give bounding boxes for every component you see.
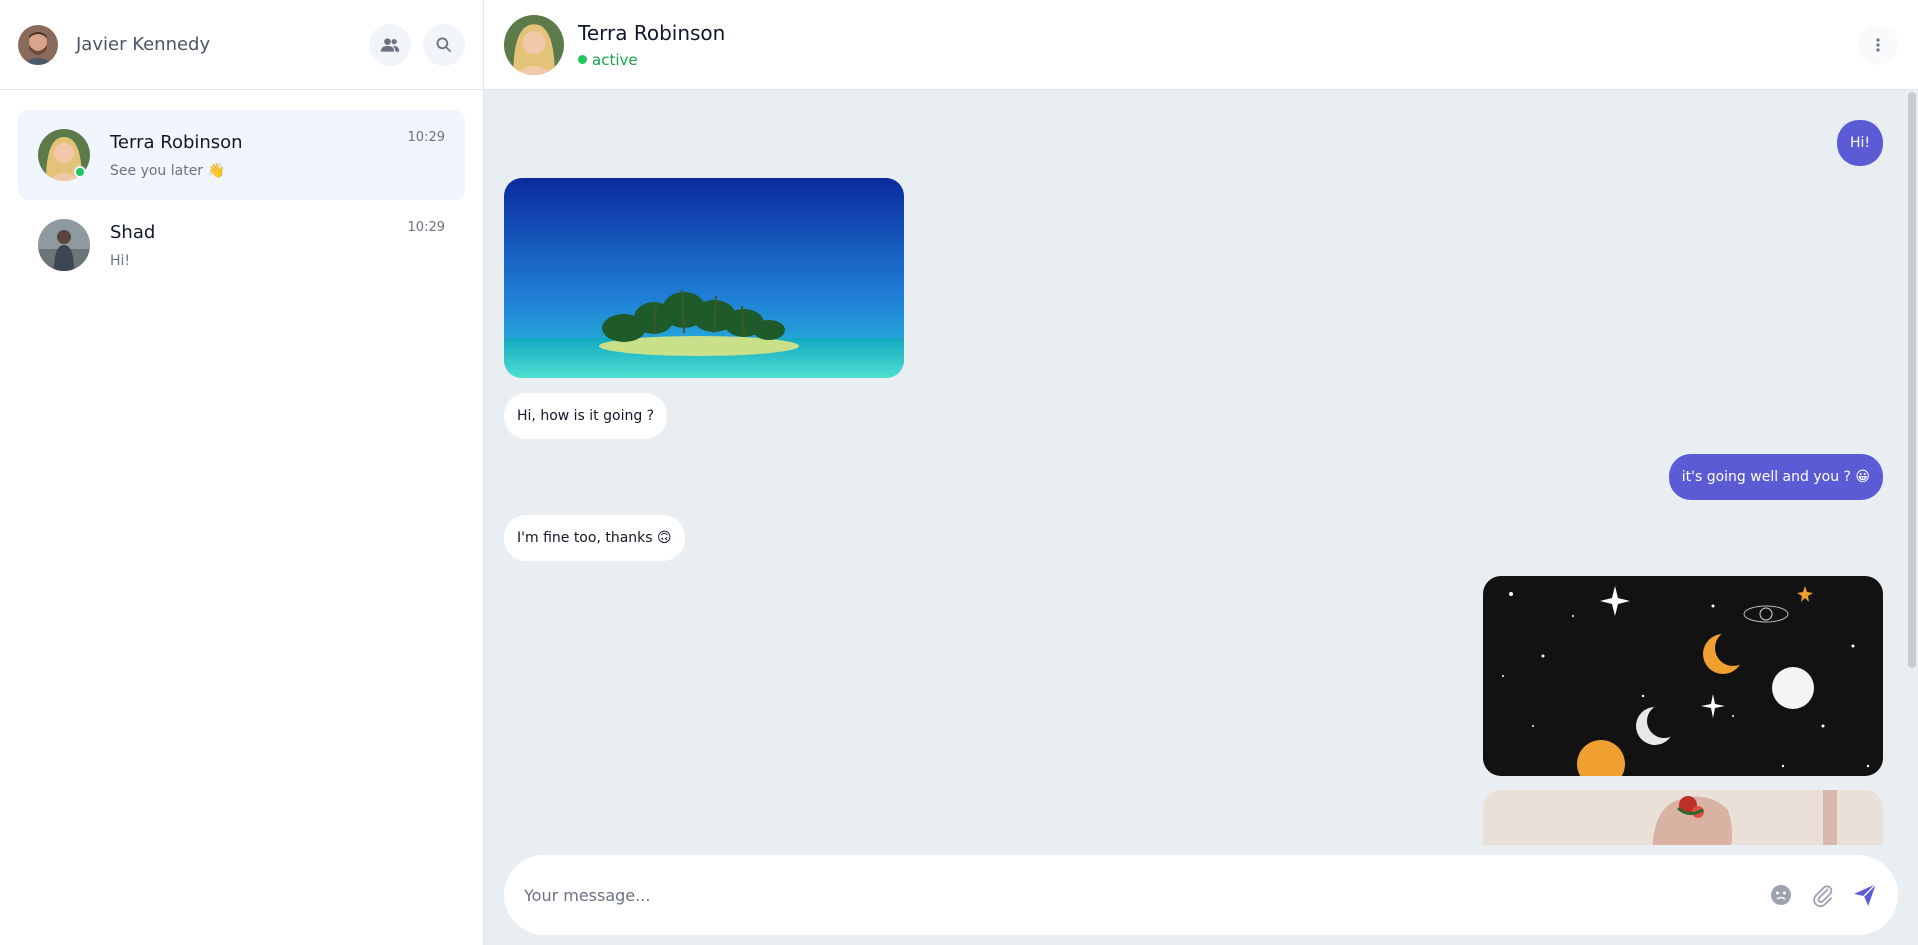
tropical-island-image bbox=[504, 178, 904, 378]
sidebar: Javier Kennedy Terra Robinson See you la… bbox=[0, 0, 484, 945]
conversation-meta: Terra Robinson See you later 👋 bbox=[110, 132, 445, 179]
scrollbar-thumb[interactable] bbox=[1908, 92, 1916, 668]
search-button[interactable] bbox=[423, 23, 465, 66]
emoji-button[interactable] bbox=[1768, 882, 1794, 908]
conversation-name: Terra Robinson bbox=[110, 131, 243, 153]
chat-header: Terra Robinson active bbox=[484, 0, 1918, 90]
image-message[interactable] bbox=[1483, 576, 1883, 776]
status-label: active bbox=[592, 50, 638, 69]
more-options-button[interactable] bbox=[1858, 24, 1898, 65]
contact-status: active bbox=[578, 51, 1858, 69]
message-input[interactable] bbox=[524, 885, 1752, 905]
contact-info: Terra Robinson active bbox=[578, 21, 1858, 69]
contact-avatar bbox=[38, 219, 90, 271]
sidebar-header: Javier Kennedy bbox=[0, 0, 483, 90]
conversation-time: 10:29 bbox=[407, 220, 445, 235]
chat-app: Javier Kennedy Terra Robinson See you la… bbox=[0, 0, 1918, 945]
chat-panel: Terra Robinson active Hi! Hi, how is it … bbox=[484, 0, 1918, 945]
art-collage-image bbox=[1483, 790, 1883, 845]
message-bubble-incoming: I'm fine too, thanks 🙃 bbox=[504, 515, 685, 561]
message-composer bbox=[504, 855, 1898, 935]
send-icon bbox=[1854, 883, 1877, 906]
online-indicator bbox=[74, 166, 86, 178]
kebab-menu-icon bbox=[1876, 37, 1880, 52]
conversation-preview: See you later 👋 bbox=[110, 162, 225, 179]
search-icon bbox=[436, 37, 452, 52]
message-bubble-outgoing: Hi! bbox=[1836, 120, 1883, 166]
conversation-meta: Shad Hi! bbox=[110, 222, 445, 269]
conversation-item[interactable]: Shad Hi! 10:29 bbox=[18, 200, 465, 290]
attach-button[interactable] bbox=[1810, 882, 1836, 908]
users-icon bbox=[380, 37, 400, 52]
contact-name: Terra Robinson bbox=[578, 20, 726, 45]
conversation-preview: Hi! bbox=[110, 252, 131, 269]
conversation-list: Terra Robinson See you later 👋 10:29 Sha… bbox=[0, 90, 483, 310]
image-message[interactable] bbox=[1483, 790, 1883, 845]
image-message[interactable] bbox=[504, 178, 904, 378]
emoji-icon bbox=[1771, 885, 1791, 905]
composer-area bbox=[484, 845, 1918, 945]
contacts-button[interactable] bbox=[369, 23, 411, 66]
user-name: Javier Kennedy bbox=[76, 34, 211, 55]
space-moons-image bbox=[1483, 576, 1883, 776]
message-list[interactable]: Hi! Hi, how is it going ? it's going wel… bbox=[484, 90, 1918, 845]
contact-avatar[interactable] bbox=[504, 14, 564, 75]
message-bubble-incoming: Hi, how is it going ? bbox=[504, 393, 668, 439]
conversation-time: 10:29 bbox=[407, 130, 445, 145]
send-button[interactable] bbox=[1852, 882, 1878, 908]
message-bubble-outgoing: it's going well and you ? 😀 bbox=[1668, 454, 1883, 500]
user-avatar[interactable] bbox=[18, 24, 58, 65]
status-dot bbox=[578, 55, 587, 64]
conversation-name: Shad bbox=[110, 221, 156, 243]
paperclip-icon bbox=[1813, 885, 1833, 907]
conversation-item[interactable]: Terra Robinson See you later 👋 10:29 bbox=[18, 110, 465, 200]
